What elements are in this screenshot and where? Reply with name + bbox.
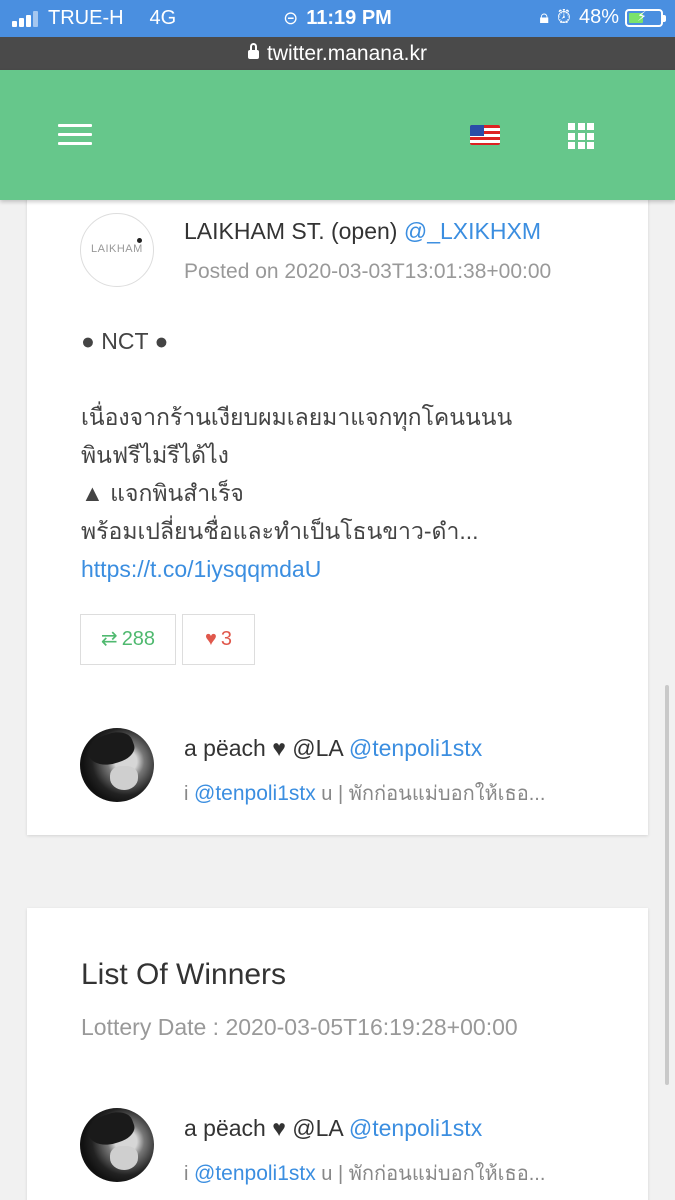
battery-icon: ⚡︎	[625, 8, 666, 27]
author-name: LAIKHAM ST. (open)	[184, 218, 398, 244]
reply-bio-prefix: i	[184, 783, 189, 805]
app-header	[0, 70, 675, 200]
retweet-button[interactable]: ⇄ 288	[80, 614, 176, 665]
menu-icon[interactable]	[58, 124, 92, 146]
url-text: twitter.manana.kr	[267, 42, 427, 65]
retweet-count: 288	[121, 628, 156, 650]
tweet-card: LAIKHAM LAIKHAM ST. (open) @_LXIKHXM Pos…	[27, 190, 648, 835]
reply-name-line: a pëach ♥ @LA @tenpoli1stx	[184, 735, 482, 762]
tweet-line: พินฟรีไม่รีได้ไง	[81, 442, 229, 468]
winner-bio-suffix: u | พักก่อนแม่บอกให้เธอ...	[321, 1163, 546, 1185]
tweet-line: เนื่องจากร้านเงียบผมเลยมาแจกทุกโคนนนน	[81, 404, 513, 430]
posted-date: Posted on 2020-03-03T13:01:38+00:00	[184, 260, 552, 283]
lottery-date: Lottery Date : 2020-03-05T16:19:28+00:00	[81, 1014, 518, 1040]
winner-name-line: a pëach ♥ @LA @tenpoli1stx	[184, 1115, 482, 1142]
link-icon: ⊝	[283, 8, 299, 28]
winner-avatar[interactable]	[80, 1108, 154, 1182]
author-name-line: LAIKHAM ST. (open) @_LXIKHXM	[184, 218, 541, 245]
orientation-lock-icon: 🔒︎	[539, 7, 549, 27]
author-handle[interactable]: @_LXIKHXM	[404, 218, 541, 244]
winner-handle[interactable]: @tenpoli1stx	[349, 1115, 482, 1141]
reply-bio: i @tenpoli1stx u | พักก่อนแม่บอกให้เธอ..…	[184, 777, 545, 809]
battery-percent: 48%	[578, 6, 619, 28]
clock: 11:19 PM	[306, 7, 392, 29]
lock-icon	[248, 43, 260, 59]
like-count: 3	[220, 628, 232, 650]
us-flag-icon[interactable]	[470, 125, 500, 145]
tweet-line: ▲ แจกพินสำเร็จ	[81, 480, 244, 506]
apps-grid-icon[interactable]	[568, 123, 594, 149]
reply-avatar[interactable]	[80, 728, 154, 802]
reply-bio-suffix: u | พักก่อนแม่บอกให้เธอ...	[321, 783, 546, 805]
winner-bio: i @tenpoli1stx u | พักก่อนแม่บอกให้เธอ..…	[184, 1157, 545, 1189]
tweet-text: ● NCT ● เนื่องจากร้านเงียบผมเลยมาแจกทุกโ…	[81, 322, 611, 588]
reply-handle[interactable]: @tenpoli1stx	[349, 735, 482, 761]
tweet-link[interactable]: https://t.co/1iysqqmdaU	[81, 550, 611, 588]
reply-bio-handle[interactable]: @tenpoli1stx	[194, 782, 316, 805]
winner-bio-prefix: i	[184, 1163, 189, 1185]
like-button[interactable]: ♥ 3	[182, 614, 255, 665]
author-avatar[interactable]: LAIKHAM	[80, 213, 154, 287]
winners-card: List Of Winners Lottery Date : 2020-03-0…	[27, 908, 648, 1200]
winners-title: List Of Winners	[81, 958, 287, 991]
heart-icon: ♥	[205, 628, 217, 650]
tweet-line: พร้อมเปลี่ยนชื่อและทำเป็นโธนขาว-ดำ...	[81, 518, 479, 544]
alarm-icon: ⏰︎	[556, 7, 571, 27]
winner-bio-handle[interactable]: @tenpoli1stx	[194, 1162, 316, 1185]
winner-name: a pëach ♥ @LA	[184, 1115, 343, 1141]
avatar-logo-text: LAIKHAM	[91, 243, 143, 255]
tweet-line: ● NCT ●	[81, 328, 169, 354]
scrollbar[interactable]	[665, 685, 669, 1085]
retweet-icon: ⇄	[100, 628, 118, 650]
url-bar[interactable]: twitter.manana.kr	[0, 37, 675, 70]
status-bar: TRUE-H 4G ⊝ 11:19 PM 🔒︎ ⏰︎ 48% ⚡︎	[0, 0, 675, 37]
reply-name: a pëach ♥ @LA	[184, 735, 343, 761]
